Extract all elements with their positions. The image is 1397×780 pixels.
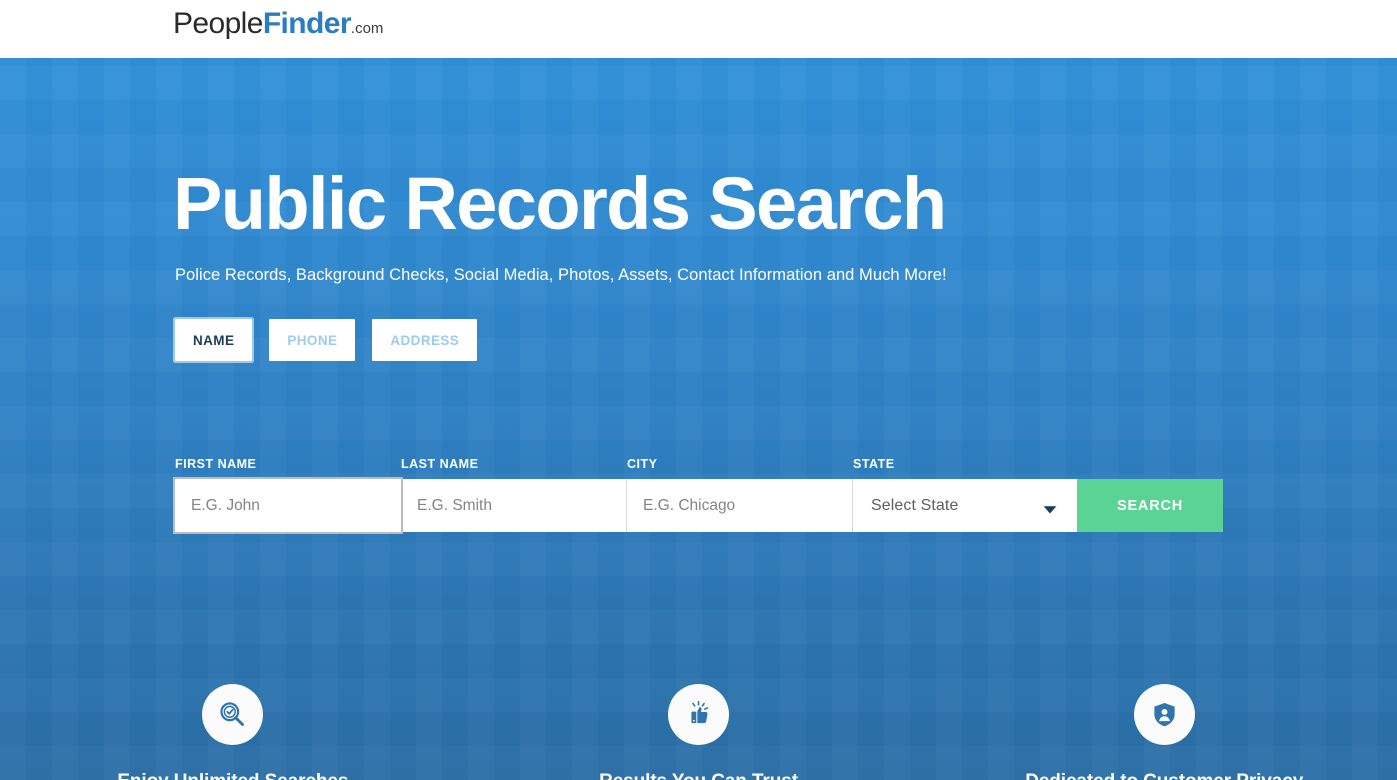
logo-text-finder: Finder [262, 7, 352, 40]
tab-name[interactable]: NAME [175, 319, 253, 361]
features-row: Enjoy Unlimited Searches Results You Can… [0, 684, 1397, 780]
tab-address[interactable]: ADDRESS [372, 319, 478, 361]
hero-subtitle: Police Records, Background Checks, Socia… [175, 266, 947, 284]
logo-text-people: People [173, 7, 263, 40]
site-header: PeopleFinder.com [0, 0, 1397, 58]
search-form: Select State SEARCH [175, 479, 1223, 532]
label-city: CITY [627, 457, 658, 471]
search-form-labels: FIRST NAME LAST NAME CITY STATE [175, 456, 1223, 472]
last-name-input[interactable] [401, 479, 627, 532]
city-input[interactable] [627, 479, 853, 532]
search-button[interactable]: SEARCH [1077, 479, 1223, 532]
feature-title: Results You Can Trust [599, 770, 798, 780]
tab-phone[interactable]: PHONE [269, 319, 356, 361]
shield-person-icon [1133, 684, 1195, 745]
label-last-name: LAST NAME [401, 457, 479, 471]
site-logo[interactable]: PeopleFinder.com [173, 4, 383, 49]
state-select[interactable]: Select State [853, 479, 1077, 532]
thumbs-up-icon [668, 684, 729, 745]
state-select-value: Select State [871, 496, 959, 514]
feature-title: Enjoy Unlimited Searches [117, 770, 348, 780]
feature-results-trust: Results You Can Trust [466, 684, 932, 780]
logo-text-com: .com [350, 20, 384, 37]
label-state: STATE [853, 457, 895, 471]
page-title: Public Records Search [173, 162, 947, 245]
hero-section: Public Records Search Police Records, Ba… [0, 58, 1397, 780]
chevron-down-icon [1043, 501, 1057, 513]
feature-customer-privacy: Dedicated to Customer Privacy [931, 684, 1397, 780]
search-check-icon [202, 684, 264, 745]
feature-title: Dedicated to Customer Privacy [1025, 770, 1303, 780]
label-first-name: FIRST NAME [175, 457, 257, 471]
first-name-input[interactable] [175, 479, 401, 532]
feature-unlimited-searches: Enjoy Unlimited Searches [0, 684, 466, 780]
search-type-tabs: NAME PHONE ADDRESS [175, 319, 478, 361]
